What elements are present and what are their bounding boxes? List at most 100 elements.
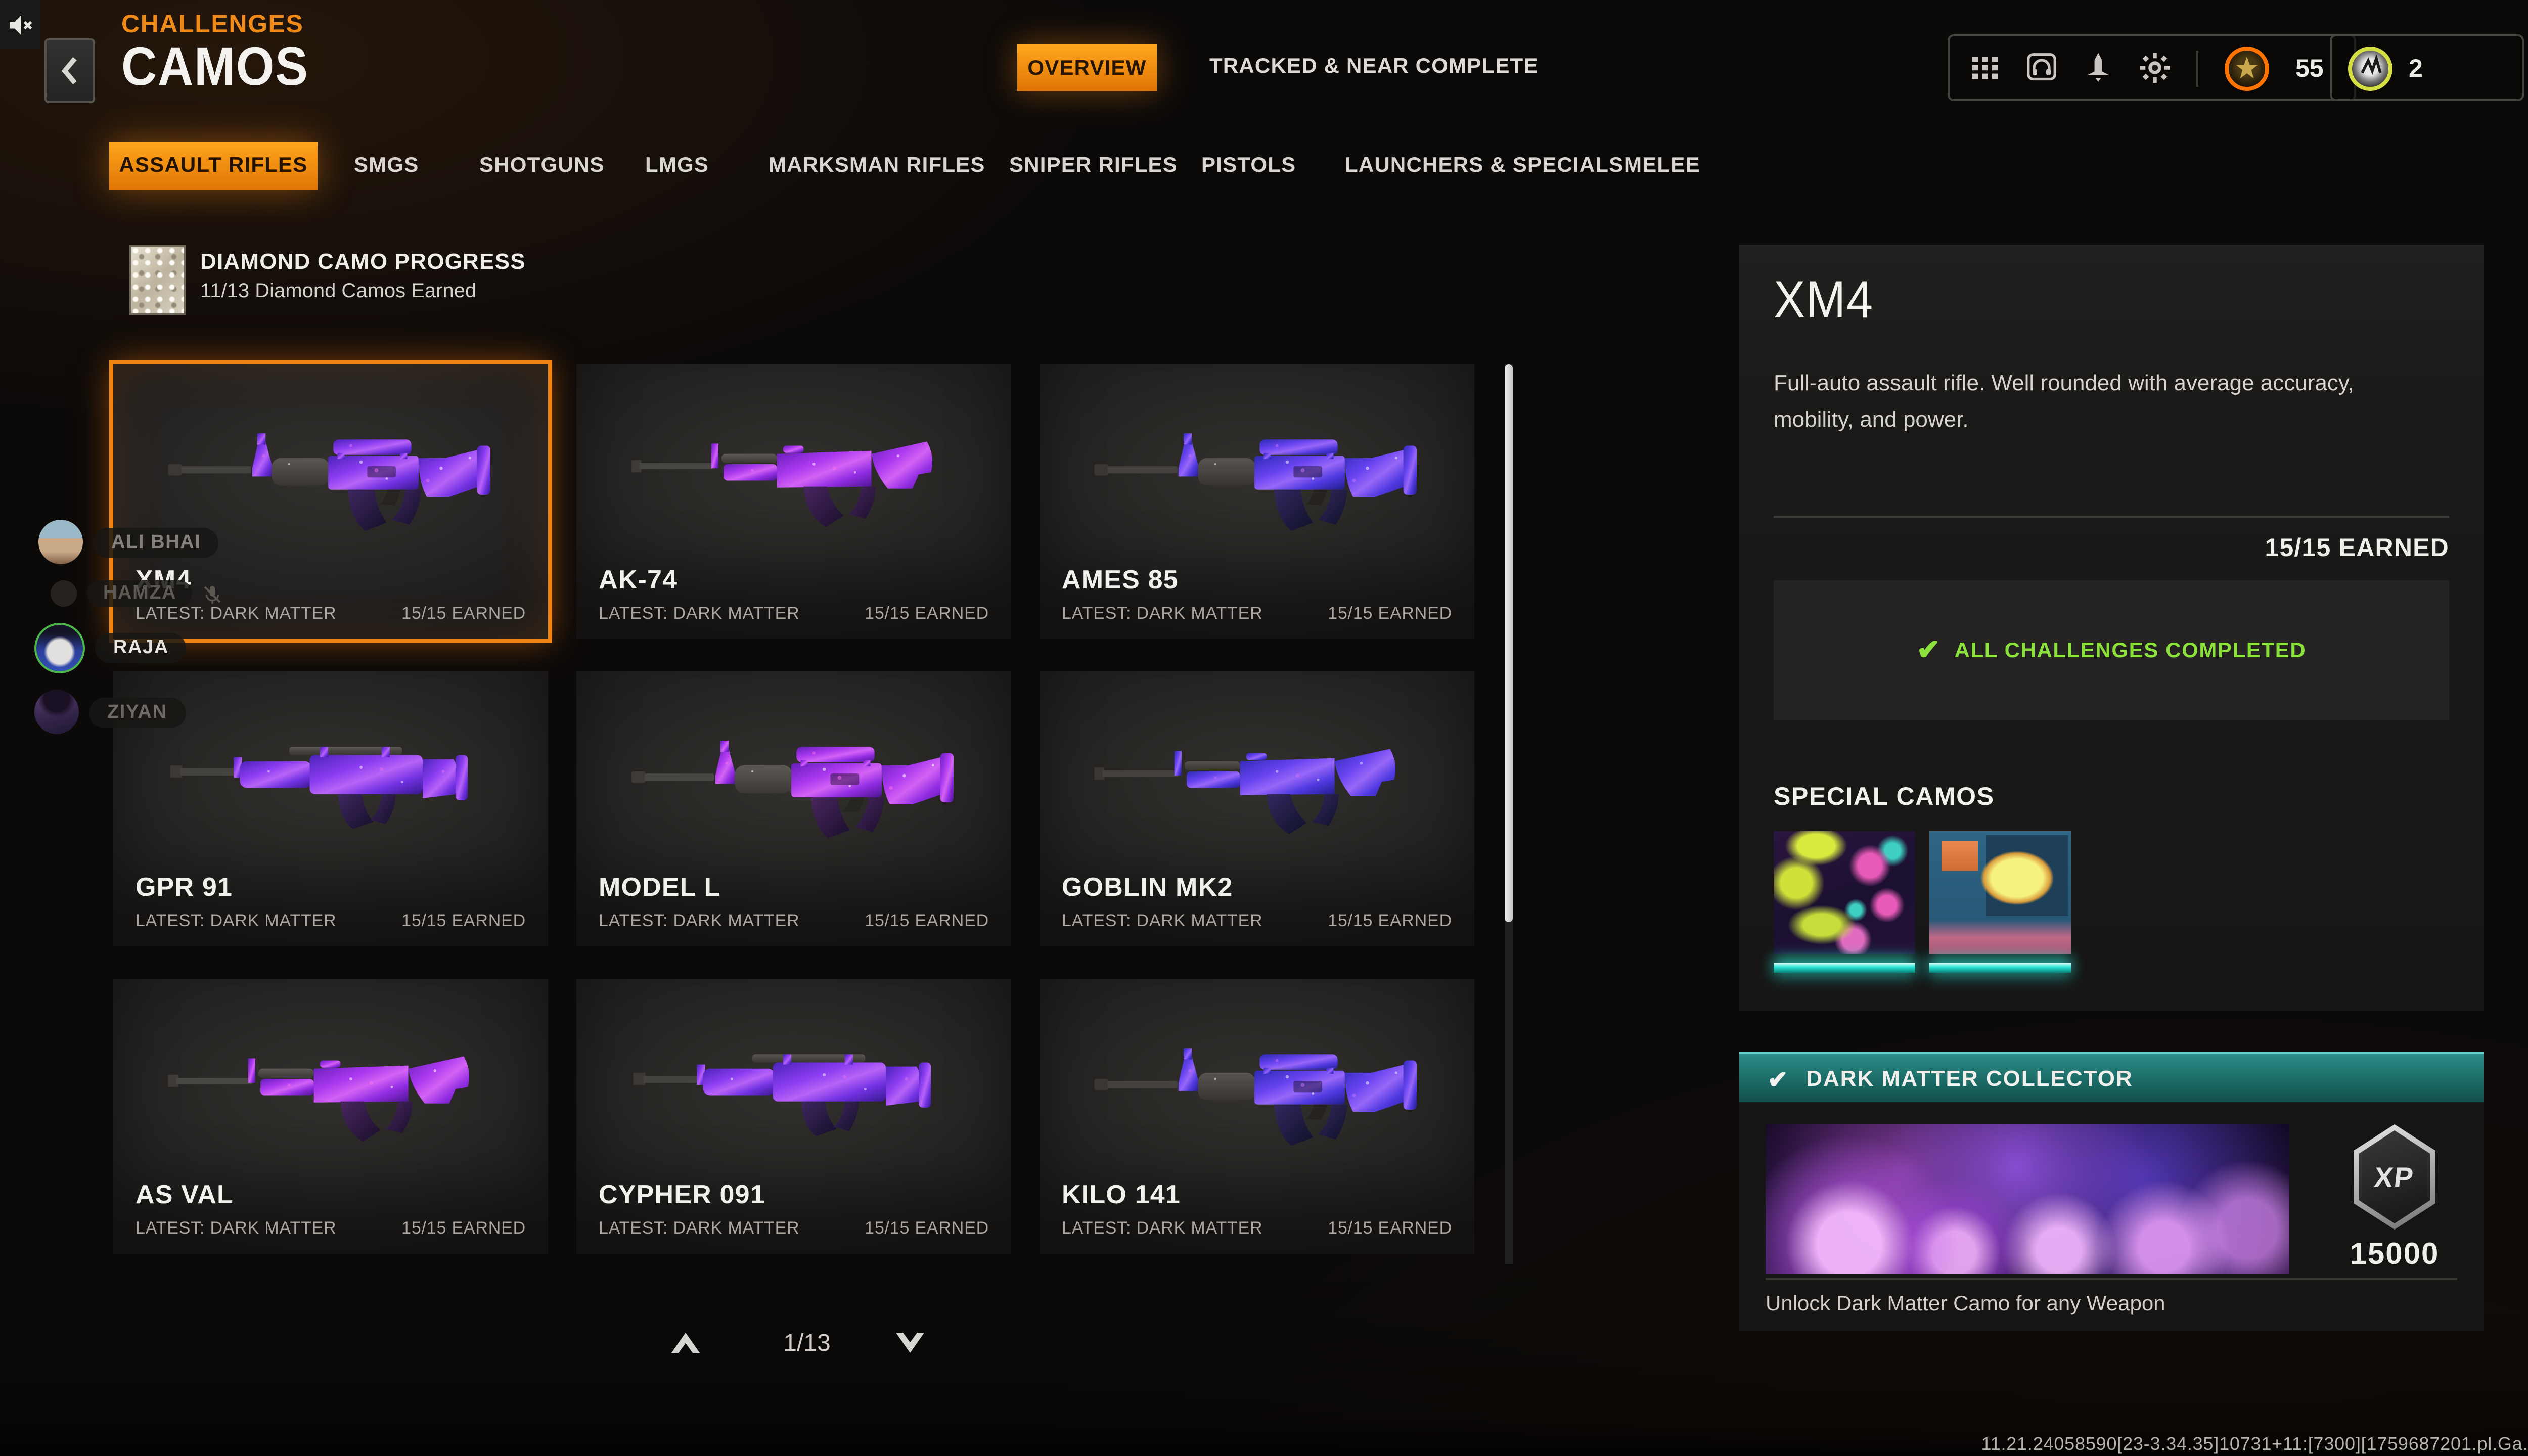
weapon-card-ak74[interactable]: AK-74 LATEST: DARK MATTER 15/15 EARNED — [576, 364, 1011, 639]
headset-icon[interactable] — [2026, 53, 2057, 83]
weapon-card-model-l[interactable]: MODEL L LATEST: DARK MATTER 15/15 EARNED — [576, 671, 1011, 946]
weapon-image — [148, 704, 513, 858]
divider — [2196, 50, 2198, 86]
camo-unlocked-bar — [1774, 963, 1915, 973]
weapon-card-grid: XM4 LATEST: DARK MATTER 15/15 EARNED AK-7… — [109, 360, 1474, 1254]
avatar — [38, 520, 83, 564]
latest-camo: LATEST: DARK MATTER — [599, 603, 800, 623]
notifications-bell-icon[interactable] — [2083, 53, 2113, 83]
breadcrumb: CHALLENGES — [121, 10, 304, 38]
weapon-card-goblin-mk2[interactable]: GOBLIN MK2 LATEST: DARK MATTER 15/15 EARN… — [1040, 671, 1474, 946]
challenges-completed-label: ALL CHALLENGES COMPLETED — [1954, 638, 2307, 662]
friend-name: ALI BHAI — [93, 527, 219, 557]
prestige-emblem-icon[interactable] — [2348, 46, 2392, 90]
tab-sniper-rifles[interactable]: SNIPER RIFLES — [1009, 142, 1178, 190]
mic-muted-icon — [204, 585, 221, 603]
settings-gear-icon[interactable] — [2140, 53, 2170, 83]
weapon-image — [1074, 704, 1439, 858]
divider — [1774, 516, 2449, 518]
page-title: CAMOS — [121, 36, 309, 97]
psychedelic-camo-image — [1774, 831, 1915, 954]
diamond-progress-subtitle: 11/13 Diamond Camos Earned — [200, 281, 477, 303]
tab-tracked-near-complete[interactable]: TRACKED & NEAR COMPLETE — [1209, 44, 1539, 91]
friend-ali-bhai[interactable]: ALI BHAI — [38, 520, 219, 564]
friend-name: ZIYAN — [89, 697, 186, 727]
latest-camo: LATEST: DARK MATTER — [136, 910, 337, 930]
xp-reward: XP 15000 — [2306, 1124, 2484, 1272]
earned-count: 15/15 EARNED — [1328, 1217, 1452, 1238]
page-up-icon[interactable] — [667, 1327, 704, 1359]
tab-assault-rifles[interactable]: ASSAULT RIFLES — [109, 142, 318, 190]
weapon-image — [611, 1012, 976, 1166]
weapon-name: AMES 85 — [1062, 564, 1179, 595]
challenges-completed-banner: ✔ ALL CHALLENGES COMPLETED — [1774, 580, 2449, 720]
grid-menu-icon[interactable] — [1970, 53, 2000, 83]
tab-marksman-rifles[interactable]: MARKSMAN RIFLES — [769, 142, 985, 190]
tab-overview[interactable]: OVERVIEW — [1017, 44, 1157, 91]
weapon-image — [611, 397, 976, 551]
collector-description: Unlock Dark Matter Camo for any Weapon — [1766, 1292, 2165, 1316]
page-down-icon[interactable] — [892, 1327, 928, 1359]
earned-count: 15/15 EARNED — [401, 910, 526, 930]
weapon-name: CYPHER 091 — [599, 1179, 765, 1209]
system-icon-bar: 55 — [1948, 34, 2356, 101]
avatar — [51, 580, 77, 607]
weapon-card-kilo-141[interactable]: KILO 141 LATEST: DARK MATTER 15/15 EARNED — [1040, 979, 1474, 1254]
friend-name: RAJA — [95, 633, 187, 663]
tab-shotguns[interactable]: SHOTGUNS — [479, 142, 605, 190]
dark-matter-camo-image — [1766, 1124, 2289, 1274]
back-button[interactable] — [44, 38, 95, 103]
scrollbar-thumb[interactable] — [1505, 364, 1513, 922]
weapon-card-as-val[interactable]: AS VAL LATEST: DARK MATTER 15/15 EARNED — [113, 979, 548, 1254]
collector-title: DARK MATTER COLLECTOR — [1806, 1067, 2133, 1091]
special-camo-thumb-1[interactable] — [1774, 831, 1915, 979]
camo-unlocked-bar — [1929, 963, 2071, 973]
tab-melee[interactable]: MELEE — [1624, 142, 1700, 190]
weapon-image — [611, 704, 976, 858]
latest-camo: LATEST: DARK MATTER — [1062, 910, 1263, 930]
weapon-image — [148, 1012, 513, 1166]
camos-screen: CHALLENGES CAMOS OVERVIEW TRACKED & NEAR… — [0, 0, 2528, 1456]
build-version: 11.21.24058590[23-3.34.35]10731+11:[7300… — [1981, 1434, 2528, 1454]
prestige-bar: 2 — [2330, 34, 2524, 101]
latest-camo: LATEST: DARK MATTER — [1062, 603, 1263, 623]
special-camos-title: SPECIAL CAMOS — [1774, 783, 1995, 811]
earned-count: 15/15 EARNED — [1328, 603, 1452, 623]
prestige-level: 2 — [2409, 54, 2423, 82]
tab-pistols[interactable]: PISTOLS — [1201, 142, 1296, 190]
special-camo-thumb-2[interactable] — [1929, 831, 2071, 979]
weapon-name: KILO 141 — [1062, 1179, 1181, 1209]
crt-terminal-camo-image — [1929, 831, 2071, 954]
weapon-name: GOBLIN MK2 — [1062, 872, 1233, 902]
earned-count: 15/15 EARNED — [1328, 910, 1452, 930]
dark-matter-collector-header[interactable]: ✔ DARK MATTER COLLECTOR — [1739, 1052, 2484, 1104]
earned-count: 15/15 EARNED — [865, 1217, 989, 1238]
weapon-name: MODEL L — [599, 872, 721, 902]
details-weapon-title: XM4 — [1774, 269, 1874, 330]
latest-camo: LATEST: DARK MATTER — [599, 910, 800, 930]
diamond-progress-title: DIAMOND CAMO PROGRESS — [200, 251, 526, 275]
avatar — [34, 690, 79, 734]
friend-name: HAMZA — [87, 580, 193, 607]
weapon-image — [1074, 1012, 1439, 1166]
check-icon: ✔ — [1768, 1065, 1788, 1093]
latest-camo: LATEST: DARK MATTER — [1062, 1217, 1263, 1238]
tab-launchers-specials[interactable]: LAUNCHERS & SPECIALS — [1345, 142, 1623, 190]
page-indicator: 1/13 — [783, 1329, 831, 1357]
friend-ziyan[interactable]: ZIYAN — [34, 690, 186, 734]
weapon-details-panel: XM4 Full-auto assault rifle. Well rounde… — [1739, 245, 2484, 1011]
check-icon: ✔ — [1916, 633, 1940, 665]
xp-value: 15000 — [2350, 1238, 2440, 1272]
weapon-card-cypher-091[interactable]: CYPHER 091 LATEST: DARK MATTER 15/15 EARN… — [576, 979, 1011, 1254]
xp-badge-icon: XP — [2354, 1124, 2435, 1230]
tab-lmgs[interactable]: LMGS — [645, 142, 709, 190]
details-earned-count: 15/15 EARNED — [2265, 534, 2449, 562]
details-weapon-description: Full-auto assault rifle. Well rounded wi… — [1774, 372, 2354, 433]
tab-smgs[interactable]: SMGS — [354, 142, 419, 190]
friend-raja[interactable]: RAJA — [34, 623, 187, 673]
weapon-card-ames85[interactable]: AMES 85 LATEST: DARK MATTER 15/15 EARNED — [1040, 364, 1474, 639]
friend-hamza[interactable]: HAMZA — [51, 580, 223, 607]
rank-emblem-icon[interactable] — [2225, 46, 2269, 90]
player-level: 55 — [2295, 54, 2324, 82]
weapon-image — [1074, 397, 1439, 551]
